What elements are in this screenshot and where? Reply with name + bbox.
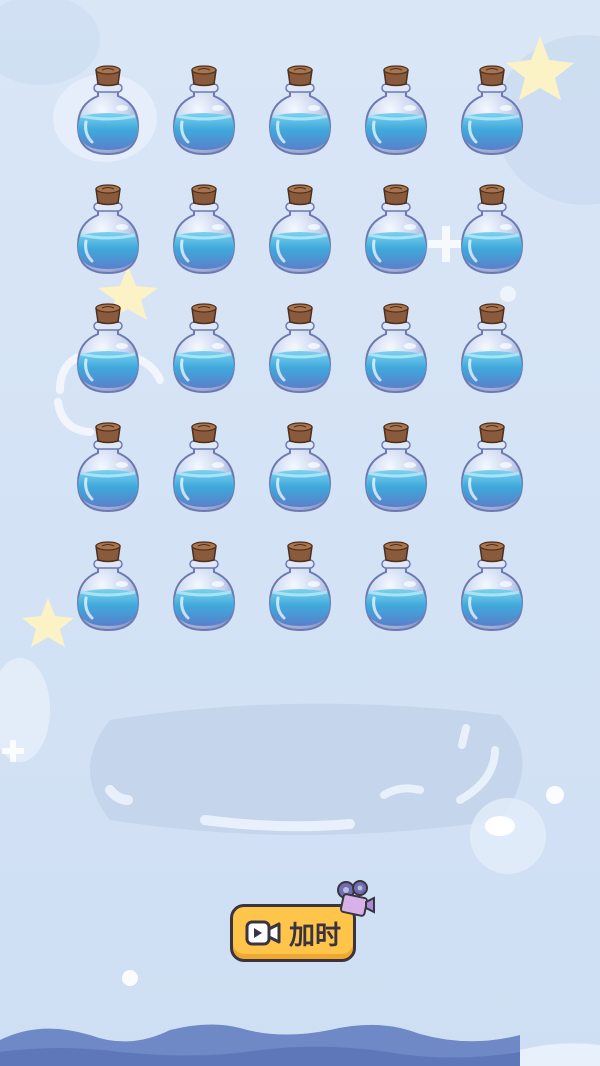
bottle-cell[interactable]	[348, 62, 444, 181]
potion-bottle-icon	[460, 422, 524, 513]
bottle-cell[interactable]	[348, 181, 444, 300]
bottle-cell[interactable]	[156, 538, 252, 657]
bottle-cell[interactable]	[444, 538, 540, 657]
potion-bottle-icon	[76, 65, 140, 156]
potion-bottle-icon	[76, 303, 140, 394]
bottle-cell[interactable]	[444, 62, 540, 181]
potion-bottle-icon	[364, 65, 428, 156]
potion-bottle-icon	[460, 541, 524, 632]
potion-bottle-icon	[268, 65, 332, 156]
bottle-cell[interactable]	[348, 419, 444, 538]
potion-bottle-icon	[76, 422, 140, 513]
bottle-cell[interactable]	[156, 62, 252, 181]
potion-bottle-icon	[364, 422, 428, 513]
film-camera-icon	[337, 880, 375, 917]
potion-bottle-icon	[268, 422, 332, 513]
bottle-cell[interactable]	[444, 181, 540, 300]
bottle-cell[interactable]	[156, 181, 252, 300]
bottle-cell[interactable]	[252, 300, 348, 419]
bottle-cell[interactable]	[252, 538, 348, 657]
bottle-cell[interactable]	[156, 419, 252, 538]
potion-bottle-icon	[172, 422, 236, 513]
bottle-cell[interactable]	[348, 538, 444, 657]
potion-bottle-icon	[460, 65, 524, 156]
bottle-cell[interactable]	[60, 62, 156, 181]
potion-bottle-icon	[268, 541, 332, 632]
potion-bottle-icon	[76, 184, 140, 275]
bottle-cell[interactable]	[444, 419, 540, 538]
bottle-cell[interactable]	[60, 419, 156, 538]
potion-bottle-icon	[172, 541, 236, 632]
potion-bottle-icon	[364, 541, 428, 632]
bottle-grid	[60, 62, 540, 652]
bottle-cell[interactable]	[252, 181, 348, 300]
potion-bottle-icon	[268, 184, 332, 275]
add-time-area: 加时	[228, 880, 375, 966]
bottle-cell[interactable]	[60, 181, 156, 300]
potion-bottle-icon	[460, 303, 524, 394]
potion-bottle-icon	[172, 65, 236, 156]
bottle-cell[interactable]	[252, 62, 348, 181]
potion-bottle-icon	[364, 184, 428, 275]
bottle-cell[interactable]	[156, 300, 252, 419]
add-time-label: 加时	[288, 920, 341, 951]
potion-bottle-icon	[364, 303, 428, 394]
video-camera-icon	[245, 920, 281, 946]
bottle-cell[interactable]	[60, 300, 156, 419]
potion-bottle-icon	[268, 303, 332, 394]
bottle-cell[interactable]	[348, 300, 444, 419]
potion-bottle-icon	[460, 184, 524, 275]
potion-bottle-icon	[172, 184, 236, 275]
bottle-cell[interactable]	[252, 419, 348, 538]
bottle-cell[interactable]	[60, 538, 156, 657]
bottle-cell[interactable]	[444, 300, 540, 419]
potion-bottle-icon	[172, 303, 236, 394]
potion-bottle-icon	[76, 541, 140, 632]
